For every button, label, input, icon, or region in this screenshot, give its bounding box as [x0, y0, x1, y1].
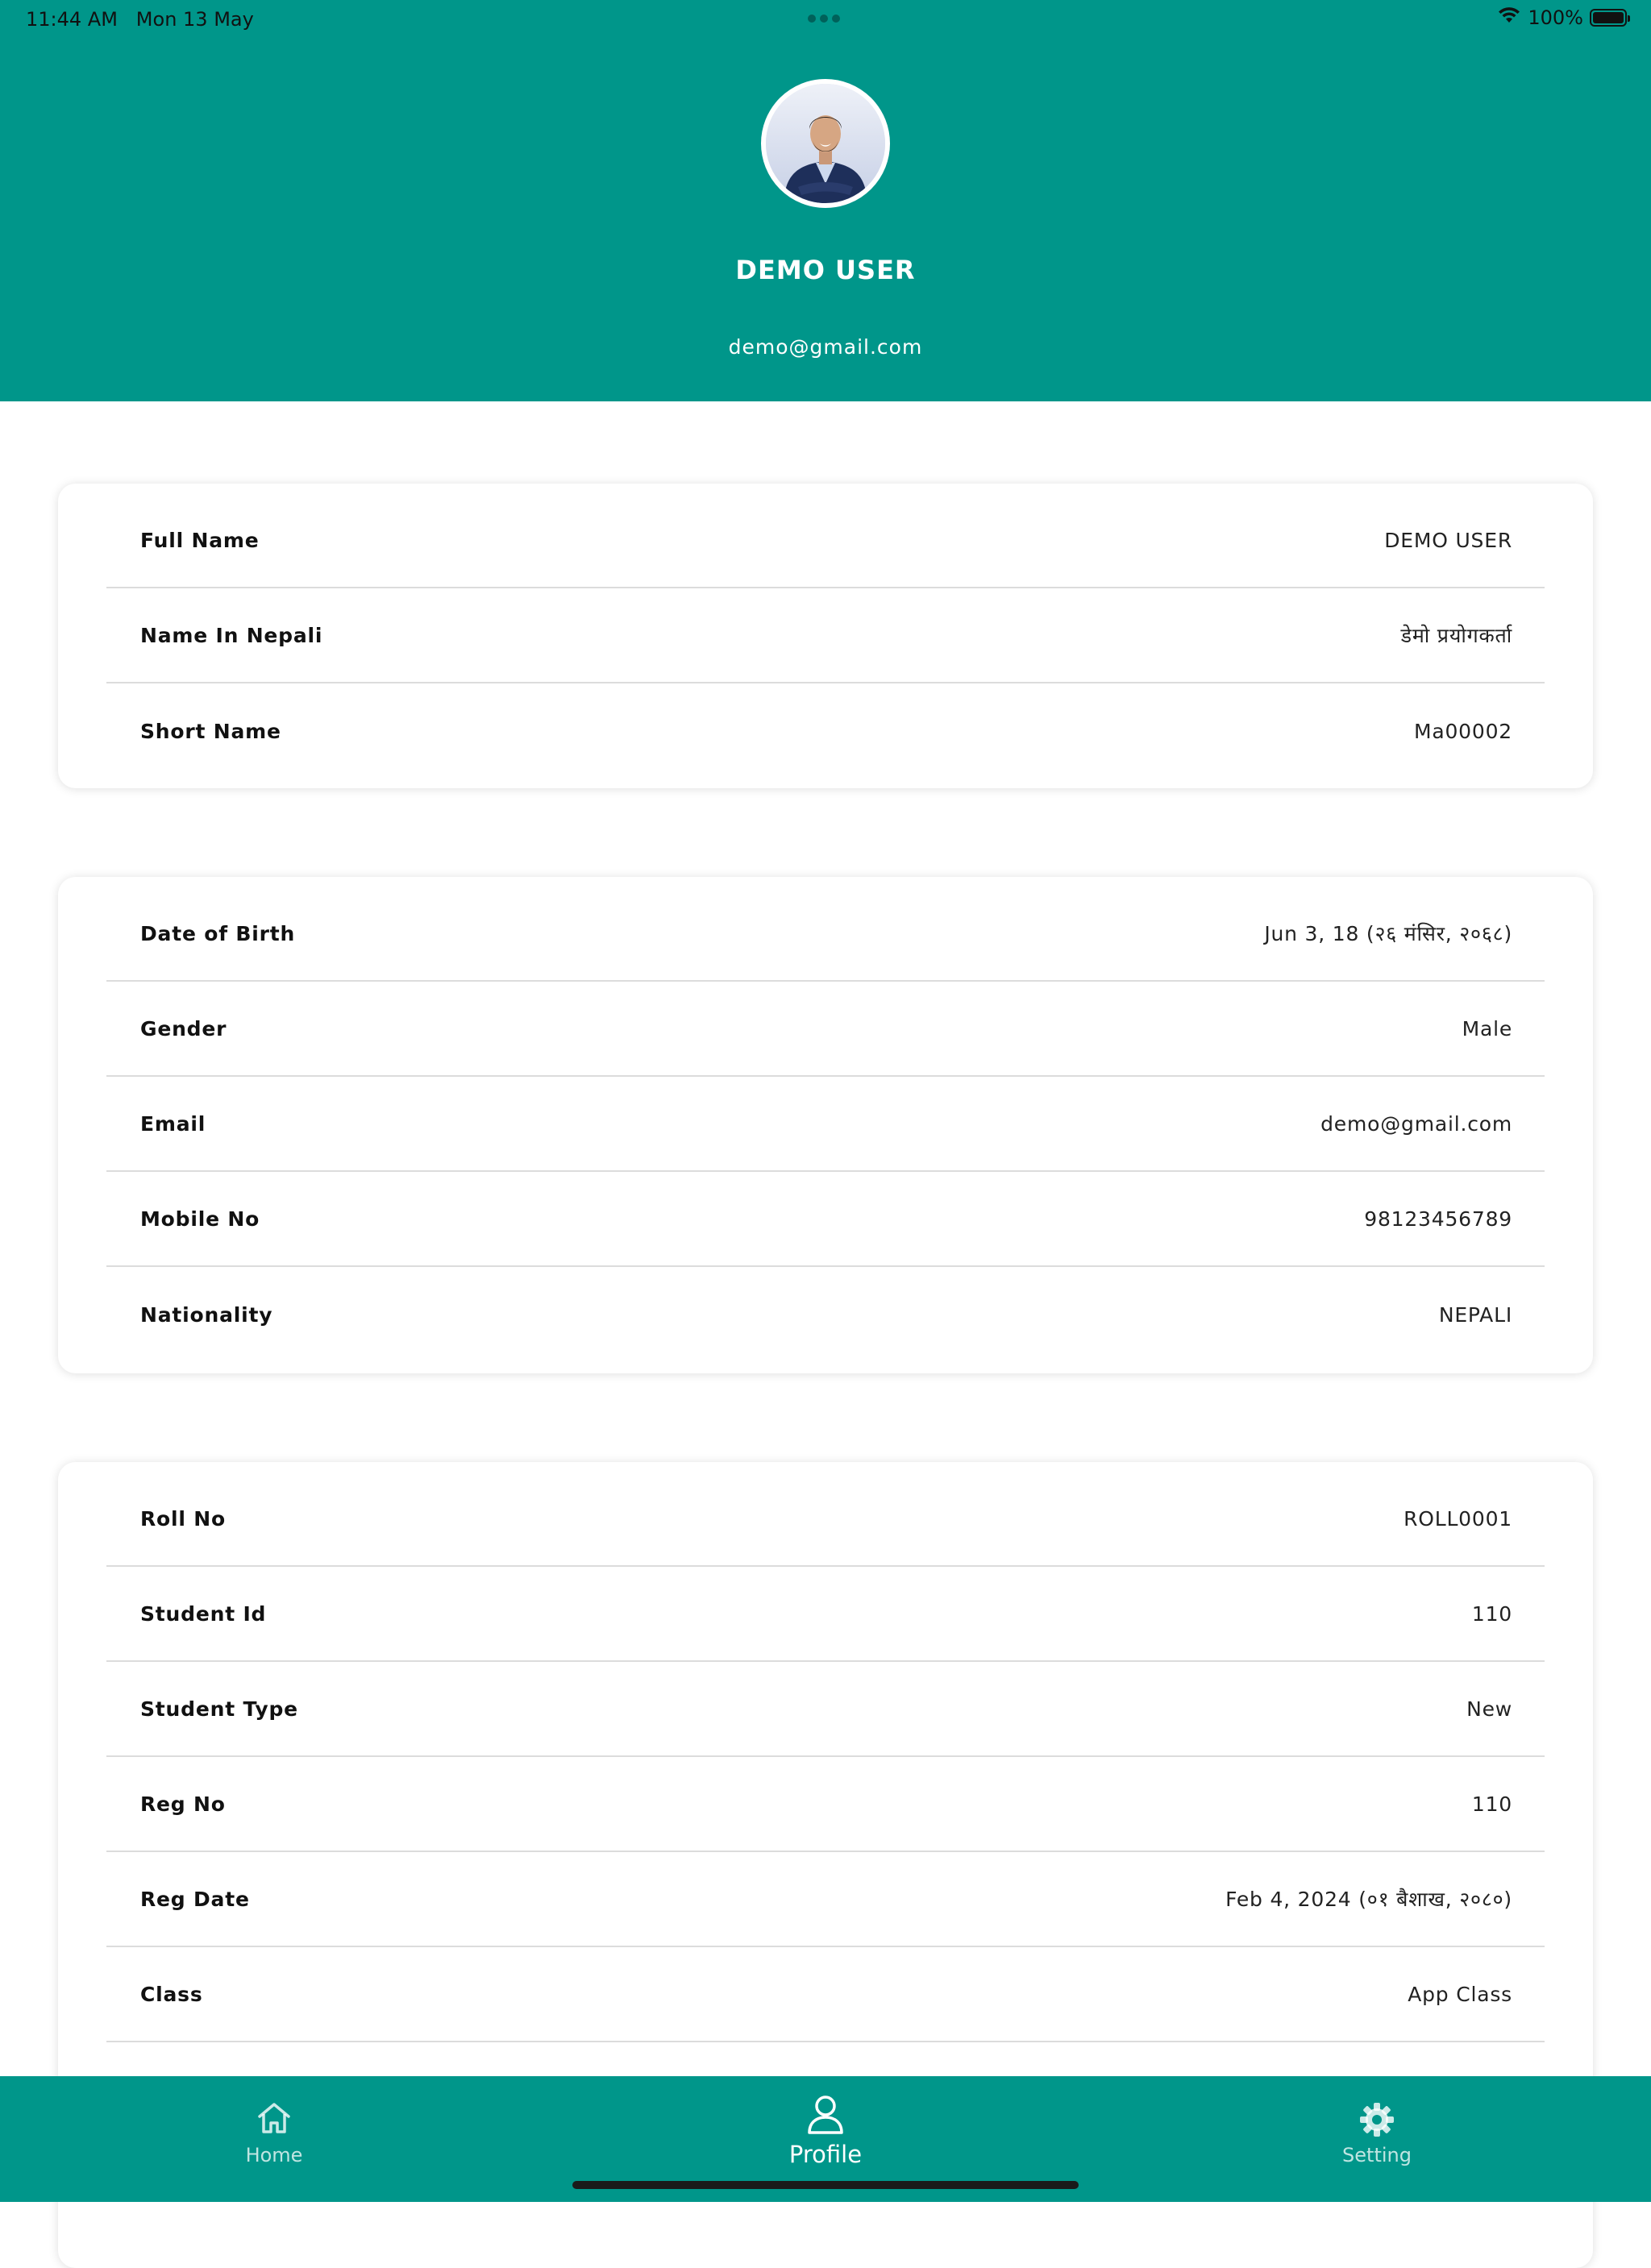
home-icon — [255, 2100, 293, 2140]
profile-email: demo@gmail.com — [728, 335, 923, 359]
info-row-student-id: Student Id 110 — [106, 1567, 1545, 1662]
home-indicator — [572, 2181, 1079, 2189]
info-row-date-of-birth: Date of Birth Jun 3, 18 (२६ मंसिर, २०६८) — [106, 877, 1545, 982]
info-row-short-name: Short Name Ma00002 — [106, 683, 1545, 779]
info-row-email: Email demo@gmail.com — [106, 1077, 1545, 1172]
nav-item-home[interactable]: Home — [153, 2076, 395, 2173]
row-value: App Class — [1408, 1982, 1512, 2006]
row-value: Jun 3, 18 (२६ मंसिर, २०६८) — [1264, 922, 1512, 945]
row-value: Ma00002 — [1413, 719, 1512, 743]
info-row-student-type: Student Type New — [106, 1662, 1545, 1757]
row-value: NEPALI — [1438, 1302, 1512, 1327]
status-right: 100% — [1497, 6, 1630, 29]
row-value: DEMO USER — [1384, 528, 1512, 552]
gear-icon — [1358, 2100, 1396, 2143]
row-value: 110 — [1471, 1792, 1512, 1816]
multitasking-dots-icon[interactable] — [808, 15, 840, 23]
row-value: Feb 4, 2024 (०१ बैशाख, २०८०) — [1225, 1888, 1512, 1911]
info-row-class: Class App Class — [106, 1947, 1545, 2042]
info-row-reg-no: Reg No 110 — [106, 1757, 1545, 1852]
nav-item-setting[interactable]: Setting — [1256, 2076, 1498, 2173]
battery-percent: 100% — [1528, 6, 1583, 29]
avatar[interactable] — [761, 79, 890, 208]
row-label: Date of Birth — [140, 921, 296, 945]
nav-label-setting: Setting — [1342, 2144, 1412, 2166]
row-label: Student Id — [140, 1601, 267, 1626]
info-row-gender: Gender Male — [106, 982, 1545, 1077]
row-label: Mobile No — [140, 1207, 260, 1231]
status-bar: 11:44 AM Mon 13 May 100% — [0, 0, 1651, 39]
profile-name: DEMO USER — [735, 255, 916, 285]
info-row-roll-no: Roll No ROLL0001 — [106, 1462, 1545, 1567]
row-label: Reg Date — [140, 1887, 250, 1911]
nav-label-home: Home — [245, 2144, 303, 2166]
row-label: Short Name — [140, 719, 281, 743]
info-row-reg-date: Reg Date Feb 4, 2024 (०१ बैशाख, २०८०) — [106, 1852, 1545, 1947]
row-value: New — [1466, 1697, 1512, 1721]
nav-label-profile: Profile — [788, 2141, 863, 2168]
row-value: ROLL0001 — [1404, 1506, 1512, 1531]
row-label: Nationality — [140, 1302, 273, 1327]
wifi-icon — [1497, 6, 1521, 29]
row-value: डेमो प्रयोगकर्ता — [1400, 624, 1512, 647]
row-value: 98123456789 — [1364, 1207, 1512, 1231]
info-row-nationality: Nationality NEPALI — [106, 1267, 1545, 1362]
row-label: Full Name — [140, 528, 260, 552]
row-label: Name In Nepali — [140, 623, 323, 647]
row-value: 110 — [1471, 1601, 1512, 1626]
row-label: Class — [140, 1982, 203, 2006]
row-value: demo@gmail.com — [1320, 1111, 1512, 1136]
basic-info-card: Full Name DEMO USER Name In Nepali डेमो … — [58, 484, 1593, 788]
user-icon — [805, 2094, 846, 2140]
info-row-name-in-nepali: Name In Nepali डेमो प्रयोगकर्ता — [106, 588, 1545, 683]
info-row-full-name: Full Name DEMO USER — [106, 484, 1545, 588]
row-label: Reg No — [140, 1792, 226, 1816]
row-value: Male — [1462, 1016, 1512, 1041]
row-label: Email — [140, 1111, 206, 1136]
info-row-mobile-no: Mobile No 98123456789 — [106, 1172, 1545, 1267]
row-label: Roll No — [140, 1506, 226, 1531]
personal-info-card: Date of Birth Jun 3, 18 (२६ मंसिर, २०६८)… — [58, 877, 1593, 1373]
row-label: Student Type — [140, 1697, 298, 1721]
battery-icon — [1590, 9, 1630, 27]
status-time: 11:44 AM Mon 13 May — [26, 8, 254, 31]
nav-item-profile[interactable]: Profile — [705, 2076, 946, 2173]
row-label: Gender — [140, 1016, 227, 1041]
